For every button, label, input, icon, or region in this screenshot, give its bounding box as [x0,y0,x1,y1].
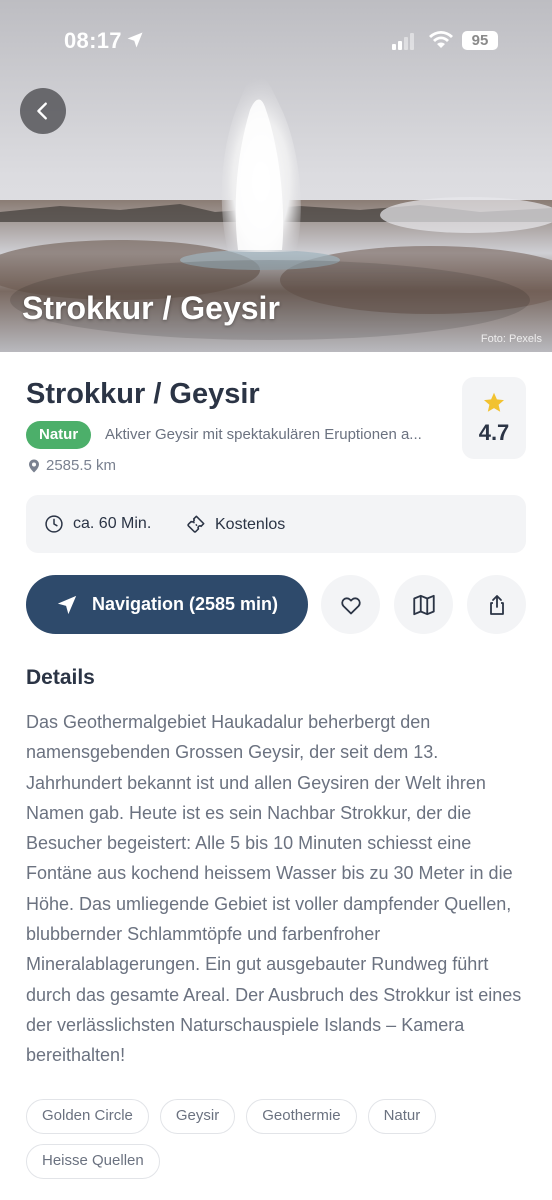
hero-title: Strokkur / Geysir [22,290,280,326]
tag-chip[interactable]: Geysir [159,1099,236,1134]
place-title: Strokkur / Geysir [26,378,260,410]
star-icon [484,392,504,412]
hero-image: 08:17 95 Strokkur / Geysir Foto: Pexels [0,0,552,352]
navigation-arrow-icon [57,595,77,614]
distance-value: 2585.5 km [46,457,117,474]
location-arrow-icon [127,32,143,48]
navigation-button[interactable]: Navigation (2585 min) [26,575,308,634]
status-time: 08:17 [64,28,122,53]
share-icon [489,594,504,615]
wifi-icon [429,31,453,48]
duration-info: ca. 60 Min. [44,514,151,534]
category-badge: Natur [26,421,92,449]
status-bar: 08:17 95 [0,28,552,56]
ticket-icon [187,515,205,533]
map-pin-icon [29,459,39,472]
heart-icon [340,596,361,614]
details-heading: Details [26,666,95,689]
place-tagline: Aktiver Geysir mit spektakulären Eruptio… [105,426,422,443]
photo-credit: Foto: Pexels [480,333,542,345]
back-button[interactable] [20,88,66,134]
details-text: Das Geothermalgebiet Haukadalur beherber… [26,712,522,1066]
info-bar: ca. 60 Min. Kostenlos [26,495,526,553]
navigation-label: Navigation (2585 min) [91,594,279,614]
map-button[interactable] [394,575,453,634]
rating-value: 4.7 [478,420,510,445]
tag-chip[interactable]: Natur [367,1099,437,1134]
share-button[interactable] [467,575,526,634]
duration-label: ca. 60 Min. [73,515,152,532]
tag-chip[interactable]: Heisse Quellen [26,1144,160,1179]
distance: 2585.5 km [28,457,116,474]
favorite-button[interactable] [321,575,380,634]
cellular-signal-icon [392,33,414,50]
chevron-left-icon [37,102,47,120]
tag-chip[interactable]: Geothermie [246,1099,357,1134]
map-icon [412,594,435,615]
tag-chip[interactable]: Golden Circle [26,1099,149,1134]
battery-indicator: 95 [462,31,498,50]
clock-icon [45,515,63,533]
price-info: Kostenlos [184,514,285,536]
price-label: Kostenlos [215,516,286,533]
tag-list: Golden Circle Geysir Geothermie Natur He… [26,1099,536,1179]
rating-box: 4.7 [462,377,526,459]
